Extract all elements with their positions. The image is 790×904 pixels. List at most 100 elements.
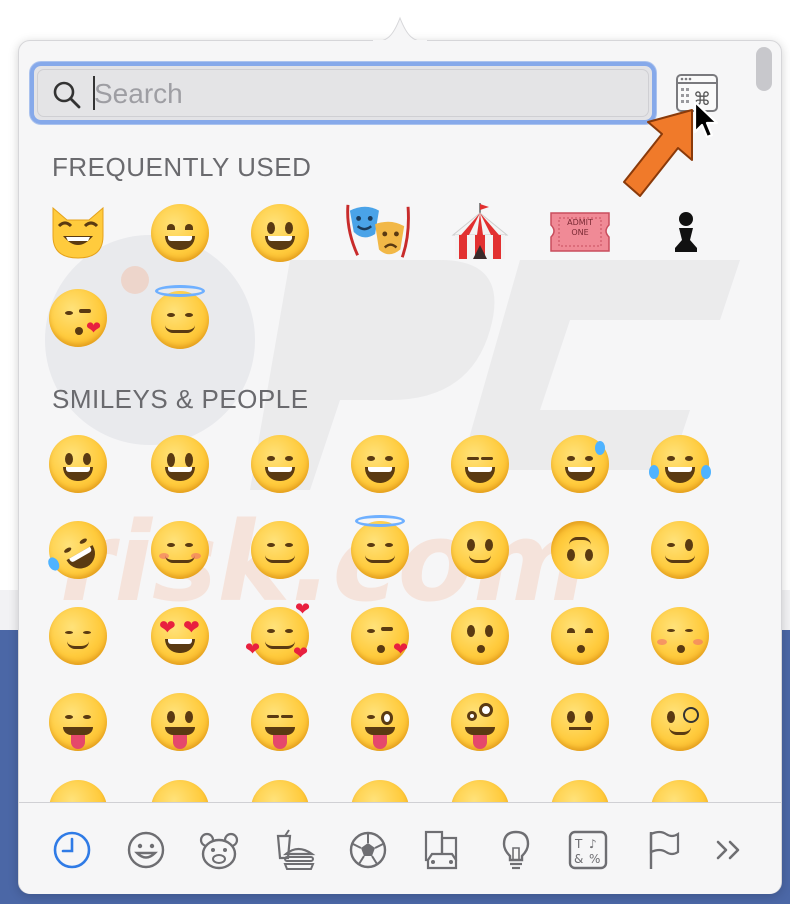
face-icon xyxy=(451,521,509,579)
face-icon xyxy=(251,521,309,579)
face-icon xyxy=(151,521,209,579)
emoji-grinning-sweat[interactable] xyxy=(548,432,612,496)
emoji-kissing[interactable] xyxy=(448,604,512,668)
emoji-kissing-closed-eyes[interactable] xyxy=(648,604,712,668)
emoji-upside-down[interactable] xyxy=(548,518,612,582)
face-icon xyxy=(49,607,107,665)
face-icon: ❤ ❤ ❤ xyxy=(245,599,311,665)
emoji-squinting-tongue[interactable] xyxy=(248,690,312,754)
text-caret xyxy=(93,76,95,110)
face-icon xyxy=(451,607,509,665)
emoji-grinning-big-eyes[interactable] xyxy=(148,432,212,496)
face-icon: ❤ xyxy=(351,607,409,665)
face-icon xyxy=(551,607,609,665)
emoji-smiling-face-with-halo[interactable] xyxy=(148,285,212,352)
face-icon xyxy=(251,435,309,493)
face-icon xyxy=(49,693,107,751)
emoji-admission-tickets[interactable]: ADMIT ONE xyxy=(548,200,612,264)
section-header-smileys-people: SMILEYS & PEOPLE xyxy=(52,384,309,414)
emoji-monocle[interactable] xyxy=(648,690,712,754)
emoji-grinning-face-with-smiling-eyes[interactable] xyxy=(148,201,212,265)
face-icon xyxy=(351,515,409,579)
soccer-ball-icon[interactable] xyxy=(346,828,390,872)
face-icon: ❤ ❤ xyxy=(151,607,209,665)
emoji-heart-eyes[interactable]: ❤ ❤ xyxy=(148,604,212,668)
face-icon xyxy=(151,204,209,262)
face-icon xyxy=(649,435,711,493)
emoji-performing-arts[interactable] xyxy=(346,200,410,264)
face-icon xyxy=(151,693,209,751)
grinning-cat-icon xyxy=(52,206,104,259)
double-chevron-right-icon[interactable] xyxy=(708,828,752,872)
face-icon xyxy=(651,607,709,665)
clock-icon[interactable] xyxy=(50,828,94,872)
emoji-circus-tent[interactable] xyxy=(448,200,512,264)
emoji-grinning-face-with-big-eyes[interactable] xyxy=(248,201,312,265)
burger-icon[interactable] xyxy=(272,828,316,872)
bear-icon[interactable] xyxy=(197,828,241,872)
emoji-raised-eyebrow[interactable] xyxy=(548,690,612,754)
face-icon xyxy=(49,780,107,802)
emoji-grinning-smiling-eyes[interactable] xyxy=(248,432,312,496)
face-icon xyxy=(551,780,609,802)
popover-pointer xyxy=(373,16,427,42)
emoji-grinning-cat-face[interactable] xyxy=(46,200,110,264)
emoji-row-partial xyxy=(19,776,759,802)
face-icon xyxy=(151,780,209,802)
emoji-smiling-smiling-eyes[interactable] xyxy=(248,518,312,582)
section-header-frequently-used: FREQUENTLY USED xyxy=(52,152,312,182)
face-icon xyxy=(651,521,709,579)
emoji-face-blowing-a-kiss[interactable]: ❤ xyxy=(46,286,110,350)
face-icon xyxy=(251,204,309,262)
emoji-beaming[interactable] xyxy=(348,432,412,496)
emoji-savoring-food[interactable] xyxy=(46,690,110,754)
building-car-icon[interactable] xyxy=(420,828,464,872)
search-input[interactable] xyxy=(94,74,634,114)
svg-text:♪: ♪ xyxy=(589,837,597,851)
emoji-kissing-smiling-eyes[interactable] xyxy=(548,604,612,668)
face-icon xyxy=(151,285,209,349)
emoji-chess-pawn[interactable] xyxy=(654,200,718,264)
emoji-winking-tongue[interactable] xyxy=(348,690,412,754)
face-icon xyxy=(551,435,609,493)
face-icon xyxy=(351,693,409,751)
lightbulb-icon[interactable] xyxy=(494,828,538,872)
face-icon xyxy=(151,435,209,493)
face-icon xyxy=(651,693,709,751)
ticket-text: ADMIT ONE xyxy=(567,218,593,237)
emoji-halo[interactable] xyxy=(348,515,412,582)
face-icon xyxy=(351,435,409,493)
emoji-tongue[interactable] xyxy=(148,690,212,754)
heart-icon: ❤ xyxy=(86,318,102,339)
emoji-relieved[interactable] xyxy=(46,604,110,668)
svg-text:T: T xyxy=(574,837,583,851)
search-field-container[interactable] xyxy=(30,62,656,124)
emoji-smiling-face[interactable] xyxy=(148,518,212,582)
orange-pointer-arrow xyxy=(623,109,693,197)
svg-text:&: & xyxy=(574,852,583,866)
face-icon xyxy=(251,693,309,751)
flag-icon[interactable] xyxy=(642,828,686,872)
emoji-smiling-hearts[interactable]: ❤ ❤ ❤ xyxy=(245,599,312,668)
emoji-tears-of-joy[interactable] xyxy=(648,432,712,496)
smiley-icon[interactable] xyxy=(124,828,168,872)
svg-text:%: % xyxy=(589,852,600,866)
performing-arts-icon xyxy=(346,204,410,258)
emoji-squinting-laughing[interactable] xyxy=(448,432,512,496)
face-icon xyxy=(551,521,609,579)
symbols-icon[interactable]: T ♪ & % xyxy=(566,828,610,872)
scrollbar-thumb[interactable] xyxy=(756,47,772,91)
emoji-rolling-on-floor-laughing[interactable] xyxy=(38,510,118,590)
face-icon xyxy=(351,780,409,802)
emoji-zany[interactable] xyxy=(448,690,512,754)
emoji-blowing-kiss[interactable]: ❤ xyxy=(348,604,412,668)
circus-tent-icon xyxy=(451,203,509,259)
chess-pawn-icon xyxy=(675,212,697,252)
face-icon xyxy=(451,693,509,751)
emoji-slightly-smiling[interactable] xyxy=(448,518,512,582)
face-icon xyxy=(651,780,709,802)
emoji-winking[interactable] xyxy=(648,518,712,582)
emoji-grinning[interactable] xyxy=(46,432,110,496)
face-icon xyxy=(451,435,509,493)
face-icon xyxy=(551,693,609,751)
